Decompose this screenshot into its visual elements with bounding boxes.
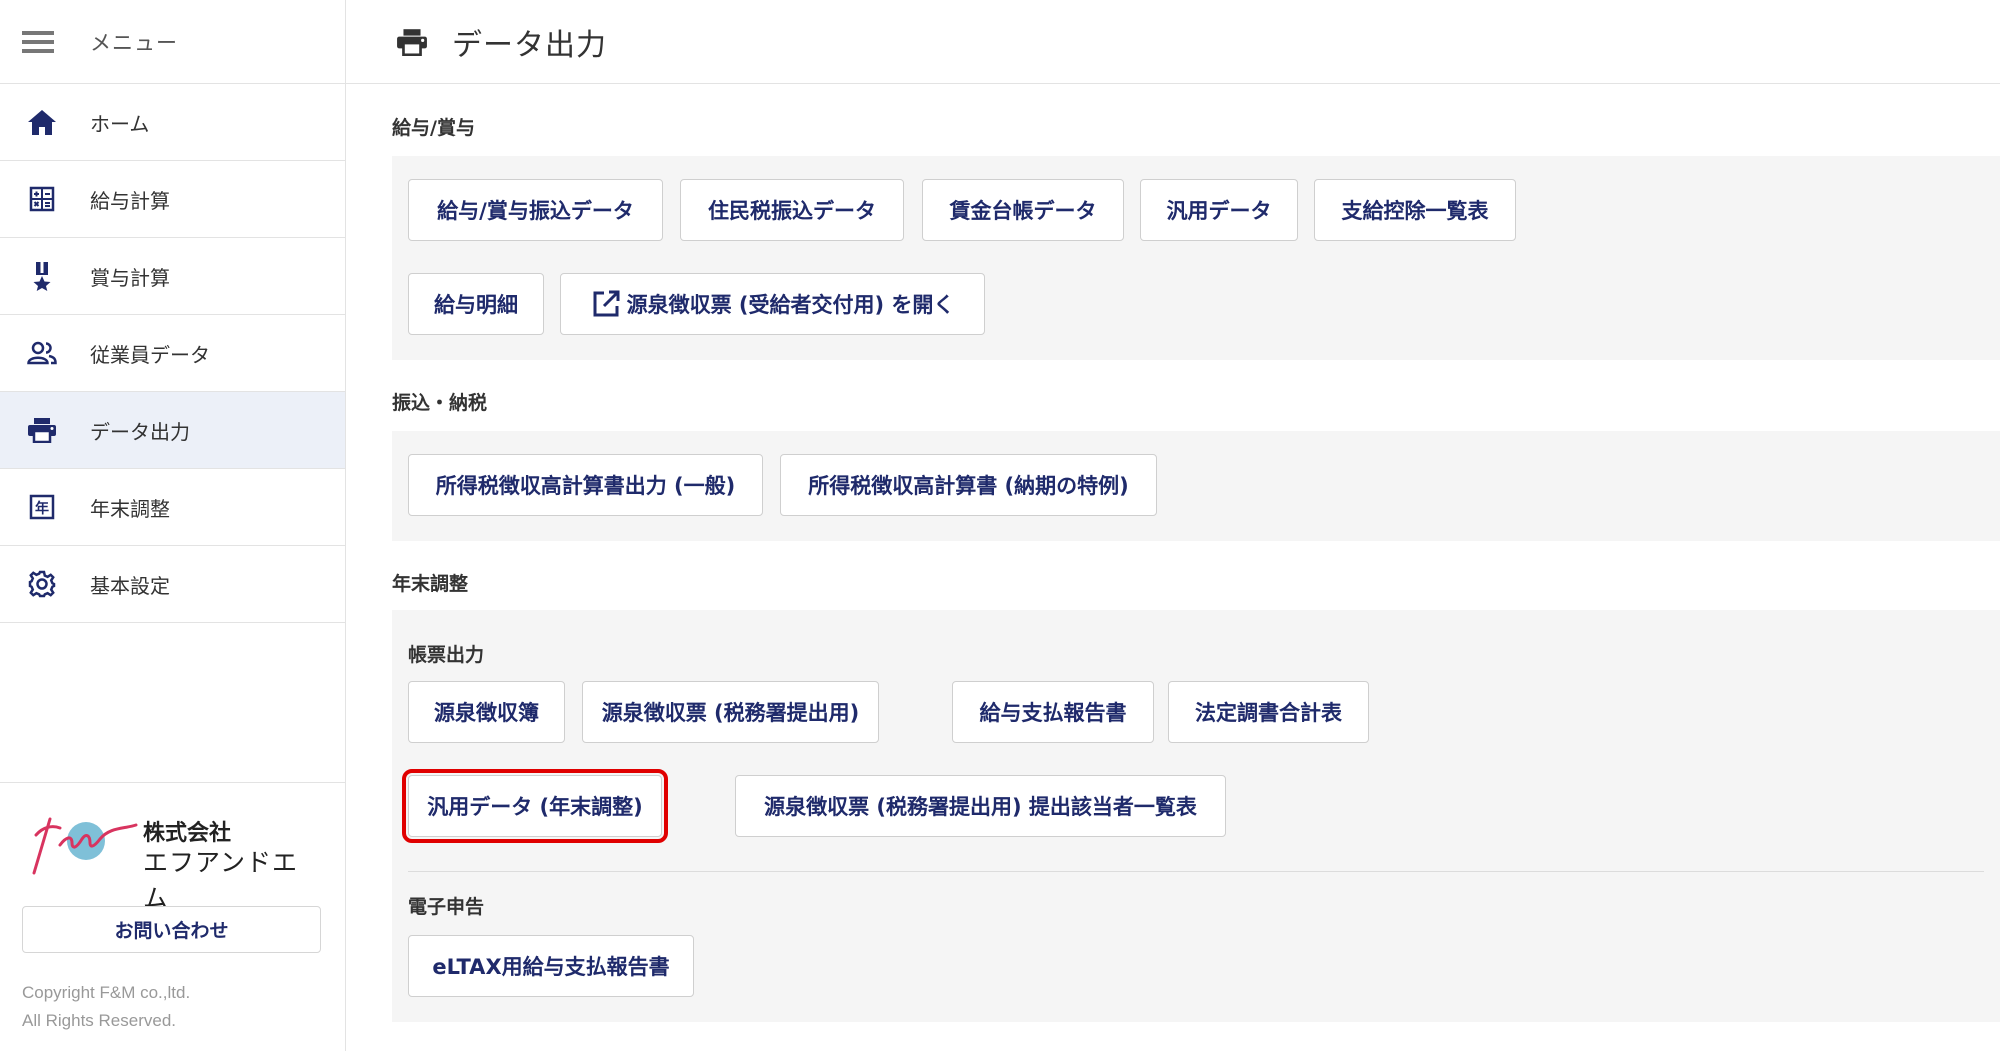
e-filing-title: 電子申告 — [408, 896, 485, 918]
printer-icon — [396, 28, 428, 56]
salary-bonus-transfer-button[interactable]: 給与/賞与振込データ — [408, 179, 663, 241]
sidebar-item-settings[interactable]: 基本設定 — [0, 546, 345, 623]
people-icon — [24, 341, 60, 365]
section-title-salary: 給与/賞与 — [392, 117, 475, 139]
contact-button[interactable]: お問い合わせ — [22, 906, 321, 953]
fm-logo-mark — [32, 817, 138, 875]
page-title: データ出力 — [452, 27, 607, 63]
sidebar-item-bonus[interactable]: 賞与計算 — [0, 238, 345, 315]
payment-deduction-list-button[interactable]: 支給控除一覧表 — [1314, 179, 1516, 241]
company-logo: 株式会社 エフアンドエム — [28, 813, 318, 913]
section-title-transfer: 振込・納税 — [392, 392, 488, 414]
sidebar-item-label: データ出力 — [90, 419, 190, 444]
external-link-icon — [591, 289, 621, 319]
home-icon — [24, 108, 60, 136]
sidebar-item-label: ホーム — [90, 111, 150, 136]
page-header: データ出力 — [346, 0, 2000, 84]
sidebar-item-label: 従業員データ — [90, 342, 210, 367]
general-data-year-end-button[interactable]: 汎用データ (年末調整) — [402, 769, 668, 843]
sidebar-item-year-end[interactable]: 年 年末調整 — [0, 469, 345, 546]
sidebar-item-label: 年末調整 — [90, 496, 170, 521]
year-end-panel: 帳票出力 源泉徴収簿 源泉徴収票 (税務署提出用) 給与支払報告書 法定調書合計… — [392, 610, 2000, 1022]
menu-label: メニュー — [90, 30, 178, 55]
svg-text:年: 年 — [35, 500, 49, 517]
sidebar-item-salary[interactable]: 給与計算 — [0, 161, 345, 238]
divider — [408, 871, 1984, 872]
income-tax-statement-general-button[interactable]: 所得税徴収高計算書出力 (一般) — [408, 454, 763, 516]
sidebar-item-label: 賞与計算 — [90, 265, 170, 290]
payslip-button[interactable]: 給与明細 — [408, 273, 544, 335]
copyright-line1: Copyright F&M co.,ltd. — [22, 983, 191, 1002]
sidebar-item-employees[interactable]: 従業員データ — [0, 315, 345, 392]
main-content: データ出力 給与/賞与 給与/賞与振込データ 住民税振込データ 賃金台帳データ … — [346, 0, 2000, 1051]
calculator-icon — [24, 186, 60, 212]
eltax-salary-report-button[interactable]: eLTAX用給与支払報告書 — [408, 935, 694, 997]
statutory-summary-table-button[interactable]: 法定調書合計表 — [1168, 681, 1369, 743]
withholding-book-button[interactable]: 源泉徴収簿 — [408, 681, 565, 743]
wage-ledger-button[interactable]: 賃金台帳データ — [922, 179, 1124, 241]
sidebar-item-label: 給与計算 — [90, 188, 170, 213]
medal-icon — [24, 261, 60, 291]
hamburger-icon — [22, 30, 58, 54]
sidebar: メニュー ホーム 給与計算 賞与計算 従業員データ データ出力 年 年末調整 基… — [0, 0, 346, 1051]
company-name-line2: エフアンドエム — [143, 848, 299, 913]
sidebar-footer: 株式会社 エフアンドエム お問い合わせ Copyright F&M co.,lt… — [0, 782, 345, 1030]
open-withholding-slip-button[interactable]: 源泉徴収票 (受給者交付用) を開く — [560, 273, 985, 335]
salary-payment-report-button[interactable]: 給与支払報告書 — [952, 681, 1154, 743]
withholding-slip-tax-office-button[interactable]: 源泉徴収票 (税務署提出用) — [582, 681, 879, 743]
menu-toggle[interactable]: メニュー — [0, 0, 345, 84]
sidebar-item-label: 基本設定 — [90, 573, 170, 598]
year-calendar-icon: 年 — [24, 494, 60, 520]
gear-icon — [24, 570, 60, 598]
copyright-line2: All Rights Reserved. — [22, 1011, 177, 1030]
general-data-button[interactable]: 汎用データ — [1140, 179, 1298, 241]
salary-panel: 給与/賞与振込データ 住民税振込データ 賃金台帳データ 汎用データ 支給控除一覧… — [392, 156, 2000, 360]
sidebar-item-home[interactable]: ホーム — [0, 84, 345, 161]
income-tax-statement-special-button[interactable]: 所得税徴収高計算書 (納期の特例) — [780, 454, 1157, 516]
resident-tax-transfer-button[interactable]: 住民税振込データ — [680, 179, 904, 241]
withholding-slip-applicant-list-button[interactable]: 源泉徴収票 (税務署提出用) 提出該当者一覧表 — [735, 775, 1226, 837]
forms-output-title: 帳票出力 — [408, 644, 485, 666]
transfer-panel: 所得税徴収高計算書出力 (一般) 所得税徴収高計算書 (納期の特例) — [392, 431, 2000, 541]
open-withholding-slip-label: 源泉徴収票 (受給者交付用) を開く — [626, 293, 955, 317]
copyright: Copyright F&M co.,ltd. All Rights Reserv… — [22, 979, 190, 1035]
section-title-year-end: 年末調整 — [392, 573, 469, 595]
sidebar-item-data-output[interactable]: データ出力 — [0, 392, 345, 469]
printer-icon — [24, 417, 60, 443]
